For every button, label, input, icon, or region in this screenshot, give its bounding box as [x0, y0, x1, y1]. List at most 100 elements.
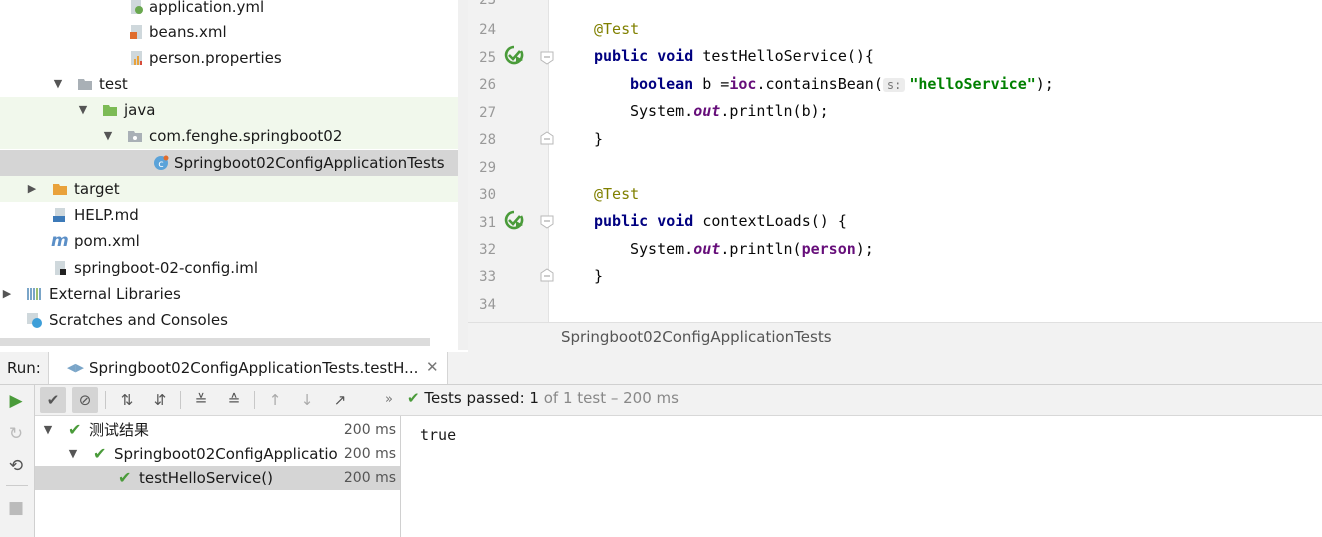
collapse-all-icon[interactable]: ≙ — [221, 387, 247, 413]
test-result-method[interactable]: ✔ testHelloService() 200 ms — [35, 466, 400, 490]
tree-item-label: java — [124, 101, 156, 119]
tree-item-label: beans.xml — [149, 23, 227, 41]
fold-icon[interactable] — [540, 131, 554, 145]
tree-item-package[interactable]: ▼ com.fenghe.springboot02 — [0, 123, 458, 149]
run-side-toolbar: ▶ ↻ ⟲ ■ — [0, 385, 35, 537]
tree-item-test[interactable]: ▼ test — [0, 71, 458, 97]
iml-file-icon — [55, 261, 66, 275]
console-text: true — [420, 426, 457, 444]
expand-all-icon[interactable]: ≚ — [188, 387, 214, 413]
tree-item-label: HELP.md — [74, 206, 139, 224]
stop-icon[interactable]: ■ — [5, 497, 27, 519]
tree-item-label: Scratches and Consoles — [49, 311, 228, 329]
code-line-26[interactable]: boolean b =ioc.containsBean(s: "helloServ… — [630, 75, 1054, 93]
test-result-root[interactable]: ▼ ✔ 测试结果 200 ms — [35, 418, 400, 442]
tree-item-java[interactable]: ▼ java — [0, 97, 458, 123]
divider — [180, 391, 181, 409]
parameter-hint: s: — [882, 78, 906, 92]
tree-item-external-libraries[interactable]: ▶ External Libraries — [0, 281, 458, 307]
code-line-33[interactable]: } — [594, 267, 603, 285]
line-number: 27 — [479, 105, 496, 121]
line-number: 23 — [479, 0, 496, 8]
chevron-right-icon[interactable]: ▶ — [0, 281, 14, 307]
line-number: 25 — [479, 50, 496, 66]
tree-item-beans-xml[interactable]: beans.xml — [0, 19, 458, 45]
close-icon[interactable]: ✕ — [426, 358, 439, 376]
chevron-right-icon[interactable]: ▶ — [25, 176, 39, 202]
chevron-down-icon[interactable]: ▼ — [66, 442, 80, 466]
show-passed-icon[interactable]: ✔ — [40, 387, 66, 413]
tree-item-target[interactable]: ▶ target — [0, 176, 458, 202]
tree-item-iml[interactable]: springboot-02-config.iml — [0, 255, 458, 281]
code-line-28[interactable]: } — [594, 130, 603, 148]
tree-item-pom-xml[interactable]: m pom.xml — [0, 228, 458, 254]
test-class-icon: c — [154, 155, 169, 170]
tree-item-label: Springboot02ConfigApplicationTests — [174, 154, 445, 172]
next-failed-icon[interactable]: ↓ — [294, 387, 320, 413]
tree-item-person-properties[interactable]: person.properties — [0, 45, 458, 71]
passed-icon: ✔ — [93, 444, 107, 463]
test-results-tree: ▼ ✔ 测试结果 200 ms ▼ ✔ Springboot02ConfigAp… — [35, 416, 401, 537]
tree-item-label: pom.xml — [74, 232, 140, 250]
passed-icon: ✔ — [68, 420, 82, 439]
test-results-toolbar: ✔ ⊘ ⇅ ⇵ ≚ ≙ ↑ ↓ ↗ » ✔ Tests passed: 1 of… — [35, 385, 1322, 416]
show-ignored-icon[interactable]: ⊘ — [72, 387, 98, 413]
project-tree: application.yml beans.xml person.propert… — [0, 0, 458, 340]
run-label: Run: — [7, 359, 41, 377]
line-number: 34 — [479, 297, 496, 313]
sort-by-duration-icon[interactable]: ⇵ — [147, 387, 173, 413]
code-line-32[interactable]: System.out.println(person); — [630, 240, 874, 258]
test-result-class[interactable]: ▼ ✔ Springboot02ConfigApplicationTests 2… — [35, 442, 400, 466]
sort-alphabetically-icon[interactable]: ⇅ — [114, 387, 140, 413]
tree-item-help-md[interactable]: HELP.md — [0, 202, 458, 228]
svg-text:c: c — [158, 159, 164, 170]
chevron-down-icon[interactable]: ▼ — [101, 123, 115, 149]
divider — [254, 391, 255, 409]
breadcrumb[interactable]: Springboot02ConfigApplicationTests — [561, 328, 832, 346]
fold-icon[interactable] — [540, 268, 554, 282]
tree-horizontal-scrollbar[interactable] — [0, 338, 430, 346]
code-line-30[interactable]: @Test — [594, 185, 639, 203]
passed-icon: ✔ — [118, 468, 132, 487]
run-test-icon[interactable] — [503, 44, 525, 66]
chevron-down-icon[interactable]: ▼ — [41, 418, 55, 442]
fold-icon[interactable] — [540, 51, 554, 65]
run-tool-window-header: Run: ◀▶ Springboot02ConfigApplicationTes… — [0, 352, 1322, 385]
more-icon[interactable]: » — [376, 387, 402, 413]
chevron-down-icon[interactable]: ▼ — [51, 71, 65, 97]
tree-item-scratches[interactable]: Scratches and Consoles — [0, 307, 458, 333]
tree-item-test-class[interactable]: c Springboot02ConfigApplicationTests — [0, 150, 458, 176]
toggle-auto-test-icon[interactable]: ⟲ — [5, 455, 27, 477]
tree-item-label: External Libraries — [49, 285, 181, 303]
libraries-icon — [27, 288, 41, 300]
source-folder-icon — [103, 105, 117, 116]
tree-vertical-scrollbar[interactable] — [458, 0, 468, 350]
code-line-24[interactable]: @Test — [594, 20, 639, 38]
test-status: ✔ Tests passed: 1 of 1 test – 200 ms — [407, 389, 679, 407]
run-tab[interactable]: ◀▶ Springboot02ConfigApplicationTests.te… — [48, 352, 448, 384]
export-icon[interactable]: ↗ — [327, 387, 353, 413]
tree-item-label: target — [74, 180, 120, 198]
previous-failed-icon[interactable]: ↑ — [262, 387, 288, 413]
line-number: 33 — [479, 269, 496, 285]
tree-item-application-yml[interactable]: application.yml — [0, 0, 458, 20]
run-config-icon: ◀▶ — [67, 361, 84, 374]
run-tab-title: Springboot02ConfigApplicationTests.testH… — [89, 359, 419, 377]
maven-file-icon: m — [51, 231, 69, 251]
line-number: 28 — [479, 132, 496, 148]
folder-icon — [53, 184, 67, 195]
code-line-31[interactable]: public void contextLoads() { — [594, 212, 847, 230]
yaml-file-icon — [131, 0, 143, 14]
code-line-27[interactable]: System.out.println(b); — [630, 102, 829, 120]
divider — [6, 485, 28, 486]
rerun-failed-icon[interactable]: ↻ — [5, 423, 27, 445]
run-test-icon[interactable] — [503, 209, 525, 231]
check-icon: ✔ — [407, 389, 420, 407]
rerun-icon[interactable]: ▶ — [5, 390, 27, 412]
console-output-area[interactable]: true — [401, 416, 1322, 537]
code-line-25[interactable]: public void testHelloService(){ — [594, 47, 874, 65]
tree-item-label: person.properties — [149, 49, 282, 67]
chevron-down-icon[interactable]: ▼ — [76, 97, 90, 123]
fold-icon[interactable] — [540, 215, 554, 229]
divider — [105, 391, 106, 409]
